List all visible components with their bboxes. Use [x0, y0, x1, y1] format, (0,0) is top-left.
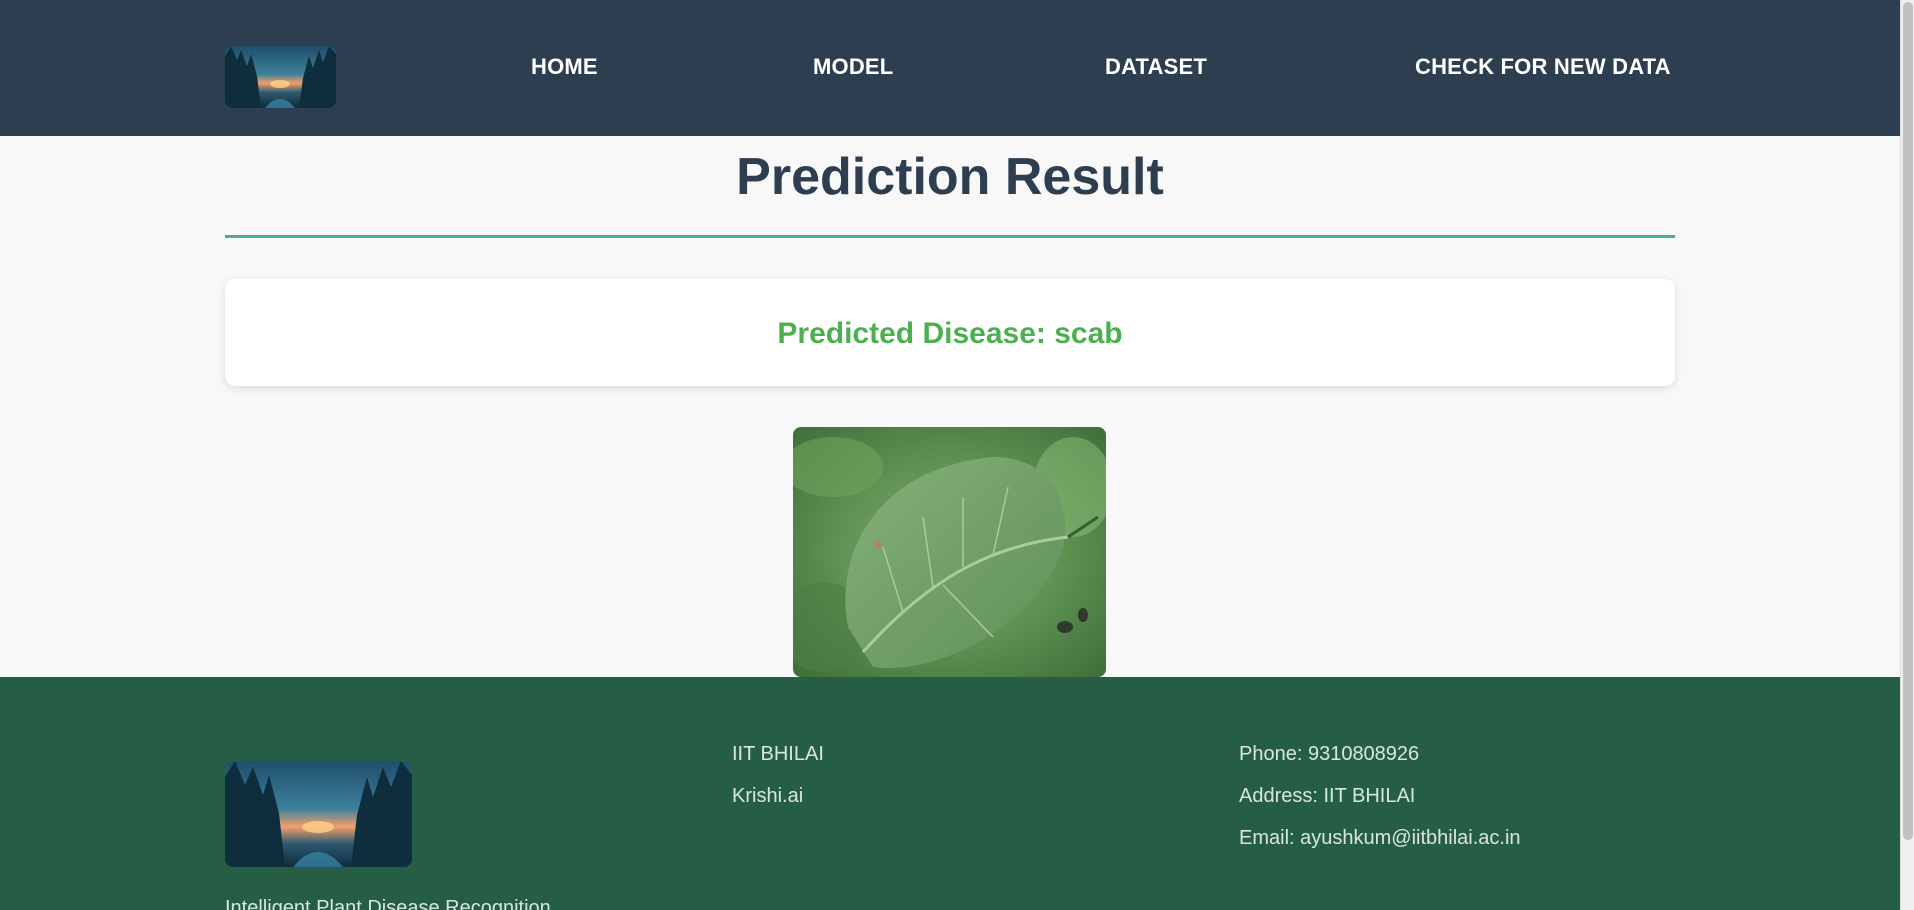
nav-dataset-link[interactable]: DATASET — [1105, 54, 1207, 80]
footer-tagline: Intelligent Plant Disease Recognition — [225, 897, 551, 910]
result-card: Predicted Disease: scab — [225, 279, 1675, 386]
nav-check-new-data-link[interactable]: CHECK FOR NEW DATA — [1415, 54, 1671, 80]
page-scrollbar[interactable] — [1900, 0, 1914, 910]
title-divider — [225, 235, 1675, 238]
footer-logo-icon — [225, 761, 412, 867]
footer-org-line: Krishi.ai — [732, 785, 804, 807]
footer-phone: Phone: 9310808926 — [1239, 743, 1420, 765]
site-footer: Intelligent Plant Disease Recognition II… — [0, 677, 1900, 910]
site-logo-icon[interactable] — [225, 46, 336, 108]
footer-contact-column: Phone: 9310808926 Address: IIT BHILAI Em… — [1239, 742, 1521, 868]
site-header: HOME MODEL DATASET CHECK FOR NEW DATA — [0, 0, 1900, 136]
footer-org-column: IIT BHILAI Krishi.ai — [732, 742, 824, 826]
nav-home-link[interactable]: HOME — [531, 54, 598, 80]
footer-org-line: IIT BHILAI — [732, 743, 824, 765]
footer-email[interactable]: Email: ayushkum@iitbhilai.ac.in — [1239, 826, 1521, 868]
leaf-photo-icon — [793, 427, 1106, 677]
nav-model-link[interactable]: MODEL — [813, 54, 893, 80]
predicted-disease-text: Predicted Disease: scab — [777, 317, 1123, 350]
footer-address: Address: IIT BHILAI — [1239, 785, 1416, 807]
page-title: Prediction Result — [736, 148, 1164, 206]
page: HOME MODEL DATASET CHECK FOR NEW DATA Pr… — [0, 0, 1914, 910]
scrollbar-thumb[interactable] — [1903, 2, 1913, 840]
